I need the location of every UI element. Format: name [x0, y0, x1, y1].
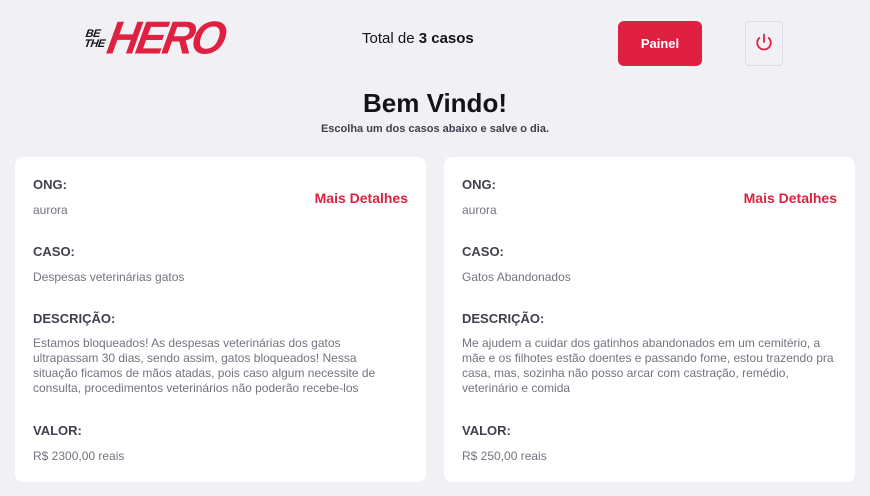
ong-value: aurora — [33, 203, 68, 217]
descricao-value: Estamos bloqueados! As despesas veteriná… — [33, 336, 376, 395]
logo-big-text: HERO — [103, 12, 228, 65]
case-card: ONG: aurora Mais Detalhes CASO: Despesas… — [15, 157, 426, 482]
painel-button[interactable]: Painel — [618, 21, 702, 66]
cases-total: Total de 3 casos — [362, 30, 474, 47]
be-the-hero-logo: BE THE HERO — [83, 13, 227, 64]
ong-label: ONG: — [462, 177, 496, 192]
total-count: 3 casos — [418, 30, 474, 47]
welcome-title: Bem Vindo! — [363, 88, 507, 118]
valor-value: R$ 250,00 reais — [462, 449, 547, 463]
ong-label: ONG: — [33, 177, 67, 192]
more-details-link[interactable]: Mais Detalhes — [744, 190, 837, 206]
logout-button[interactable] — [745, 21, 783, 66]
caso-value: Gatos Abandonados — [462, 270, 571, 284]
more-details-link[interactable]: Mais Detalhes — [315, 190, 408, 206]
caso-label: CASO: — [33, 244, 75, 259]
logo-small-the: THE — [83, 38, 106, 50]
power-icon — [755, 33, 773, 54]
welcome-subtitle: Escolha um dos casos abaixo e salve o di… — [320, 123, 550, 135]
descricao-label: DESCRIÇÃO: — [33, 311, 116, 326]
logo-small-text: BE THE — [83, 28, 107, 50]
valor-label: VALOR: — [33, 423, 82, 438]
valor-value: R$ 2300,00 reais — [33, 449, 125, 463]
valor-label: VALOR: — [462, 423, 511, 438]
ong-value: aurora — [462, 203, 497, 217]
caso-label: CASO: — [462, 244, 504, 259]
welcome-section: Bem Vindo! Escolha um dos casos abaixo e… — [0, 88, 870, 135]
descricao-value: Me ajudem a cuidar dos gatinhos abandona… — [462, 336, 834, 395]
case-card: ONG: aurora Mais Detalhes CASO: Gatos Ab… — [444, 157, 855, 482]
header: BE THE HERO Total de 3 casos Painel — [0, 0, 870, 80]
total-prefix: Total de — [362, 30, 415, 47]
caso-value: Despesas veterinárias gatos — [33, 270, 185, 284]
descricao-label: DESCRIÇÃO: — [462, 311, 545, 326]
